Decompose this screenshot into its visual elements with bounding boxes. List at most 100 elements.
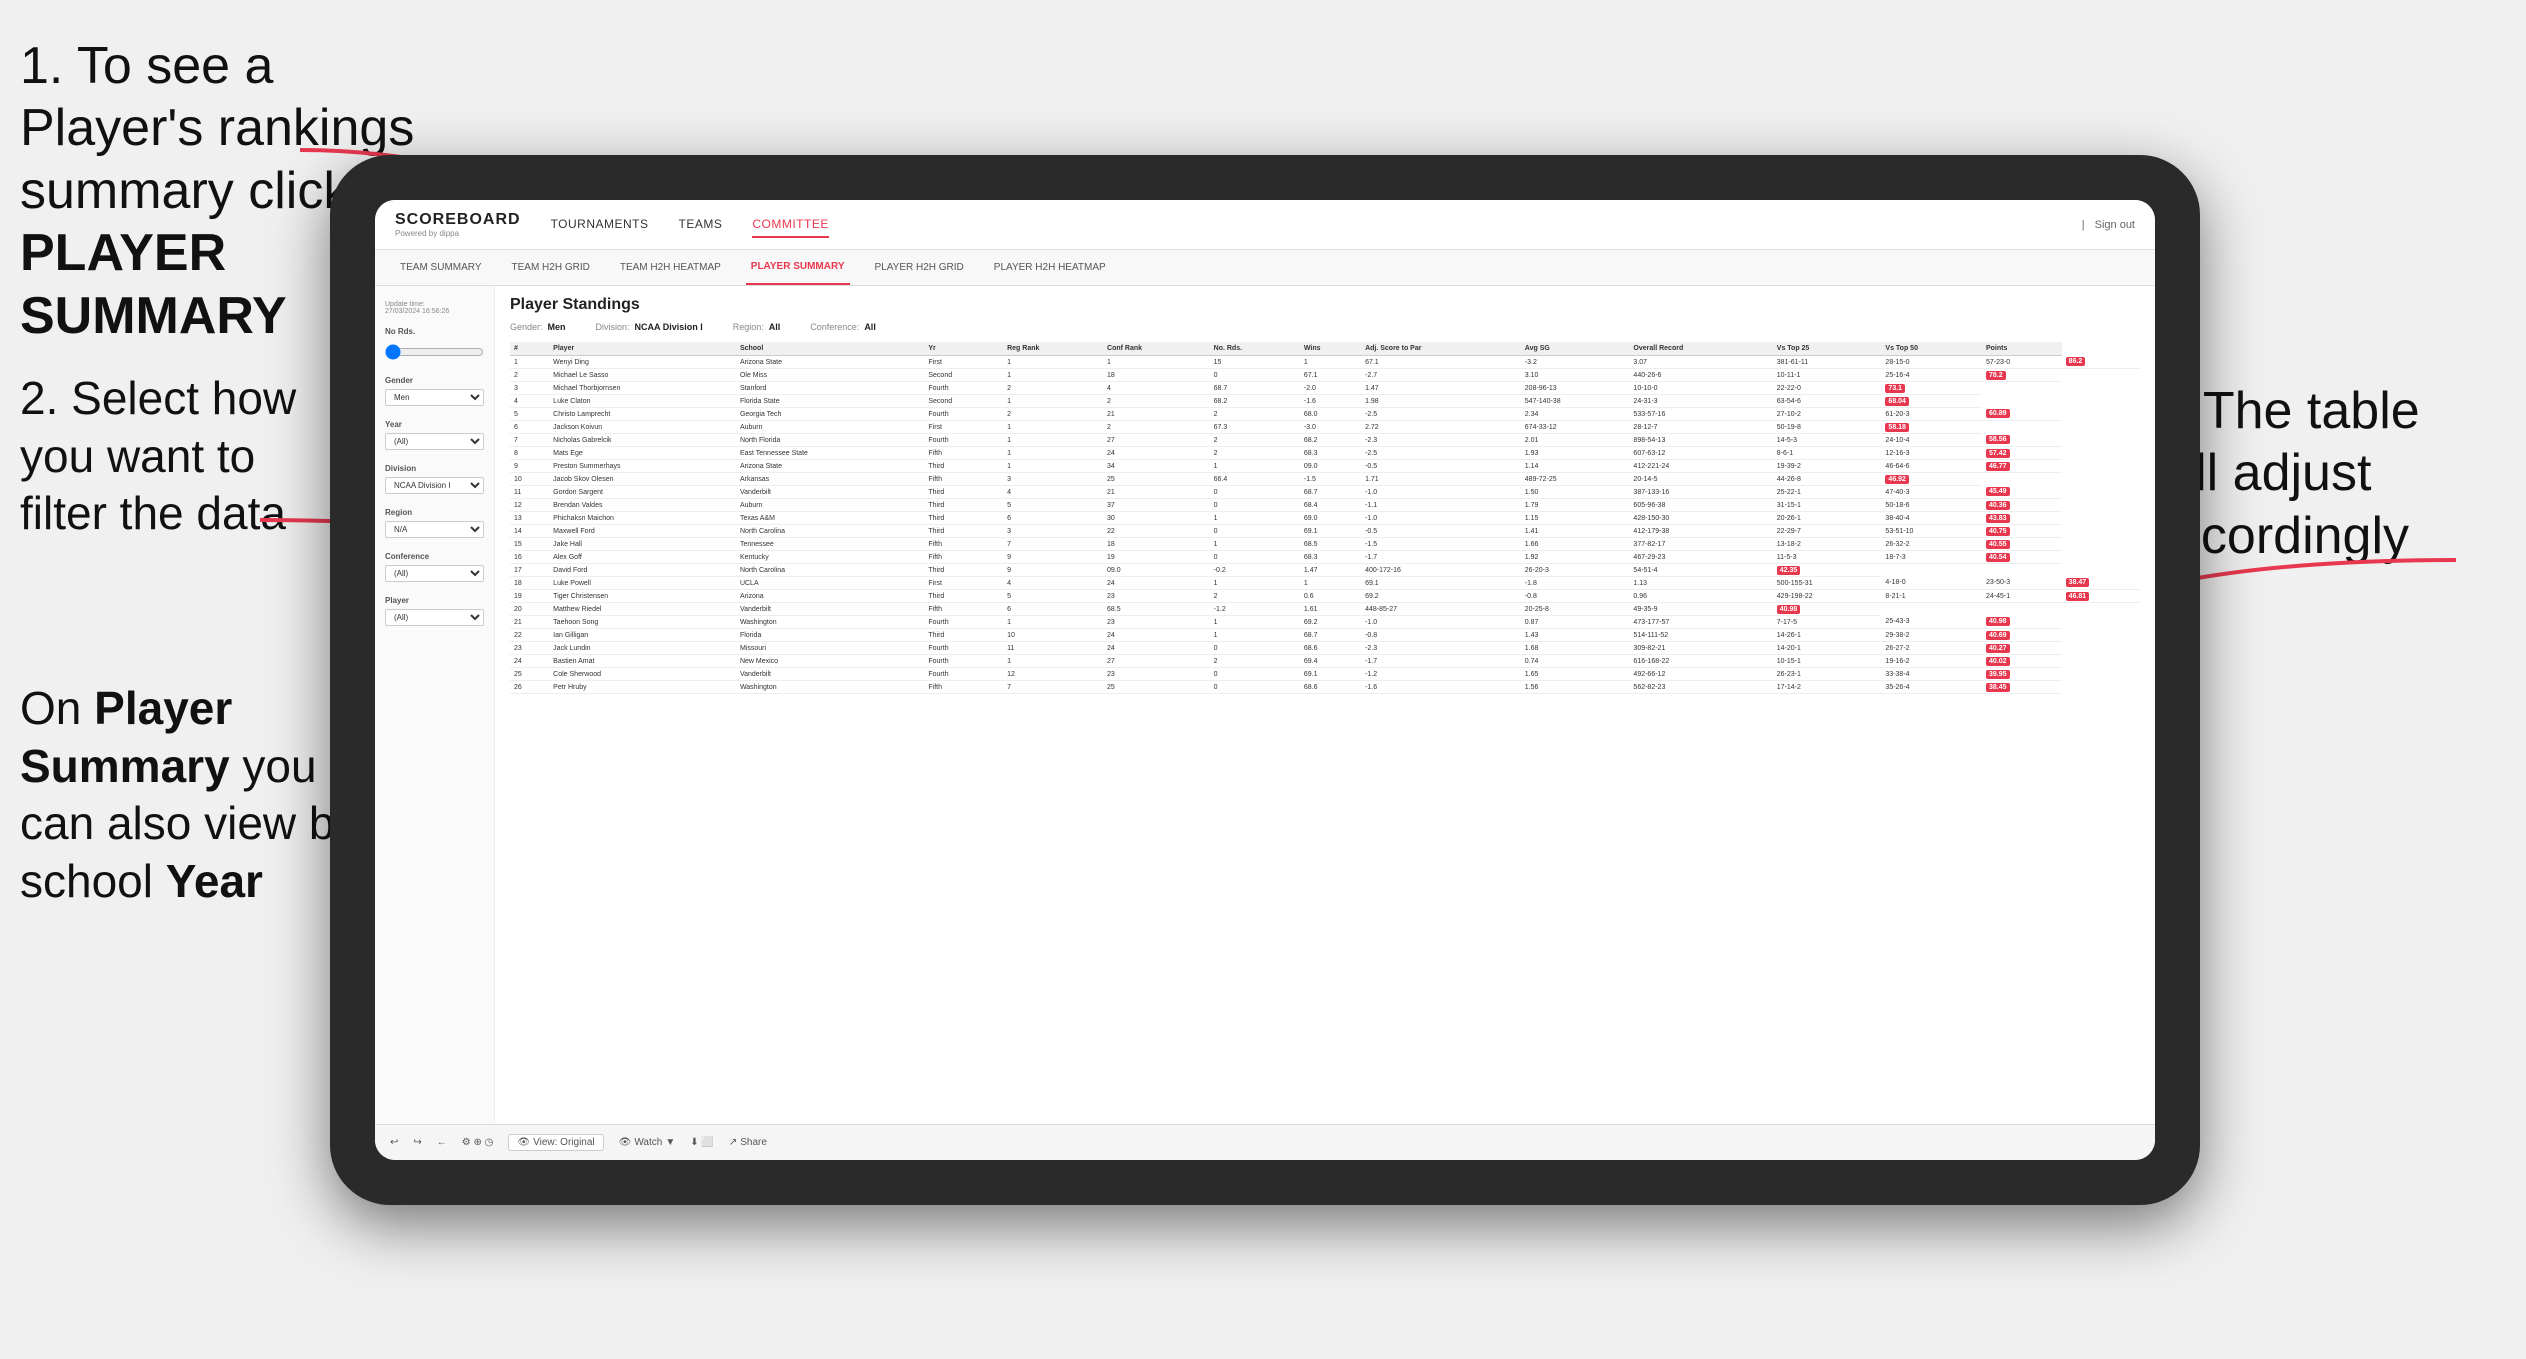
- table-cell: 1.56: [1521, 681, 1630, 694]
- sub-nav-player-h2h-heatmap[interactable]: PLAYER H2H HEATMAP: [989, 250, 1111, 285]
- table-cell: -0.5: [1361, 525, 1521, 538]
- sub-nav-player-h2h-grid[interactable]: PLAYER H2H GRID: [870, 250, 969, 285]
- table-cell: 13: [510, 512, 549, 525]
- table-cell: 61-20-3: [1881, 408, 1982, 421]
- watch-btn[interactable]: 👁 Watch ▼: [619, 1137, 676, 1148]
- table-cell: 9: [510, 460, 549, 473]
- table-row[interactable]: 6Jackson KoivunAuburnFirst1267.3-3.02.72…: [510, 421, 2140, 434]
- col-vs-top50: Vs Top 50: [1881, 342, 1982, 356]
- table-row[interactable]: 9Preston SummerhaysArizona StateThird134…: [510, 460, 2140, 473]
- table-row[interactable]: 12Brendan ValdesAuburnThird537068.4-1.11…: [510, 499, 2140, 512]
- table-cell: 412-179-38: [1629, 525, 1772, 538]
- table-cell: 46.81: [2062, 590, 2140, 603]
- redo-btn[interactable]: ↪: [413, 1137, 421, 1148]
- download-btn[interactable]: ⬇ ⬜: [690, 1137, 714, 1148]
- gender-select[interactable]: Men: [385, 389, 484, 406]
- table-cell: Brendan Valdes: [549, 499, 736, 512]
- table-cell: 26: [510, 681, 549, 694]
- table-row[interactable]: 23Jack LundinMissouriFourth1124068.6-2.3…: [510, 642, 2140, 655]
- table-row[interactable]: 4Luke ClatonFlorida StateSecond1268.2-1.…: [510, 395, 2140, 408]
- table-cell: Luke Powell: [549, 577, 736, 590]
- table-cell: 67.1: [1300, 369, 1361, 382]
- table-row[interactable]: 10Jacob Skov OlesenArkansasFifth32566.4-…: [510, 473, 2140, 486]
- table-row[interactable]: 18Luke PowellUCLAFirst4241169.1-1.81.135…: [510, 577, 2140, 590]
- table-cell: Ian Gilligan: [549, 629, 736, 642]
- table-row[interactable]: 17David FordNorth CarolinaThird909.0-0.2…: [510, 564, 2140, 577]
- table-row[interactable]: 11Gordon SargentVanderbiltThird421068.7-…: [510, 486, 2140, 499]
- player-standings-table: # Player School Yr Reg Rank Conf Rank No…: [510, 342, 2140, 694]
- region-select[interactable]: N/A: [385, 521, 484, 538]
- table-row[interactable]: 16Alex GoffKentuckyFifth919068.3-1.71.92…: [510, 551, 2140, 564]
- table-row[interactable]: 8Mats EgeEast Tennessee StateFifth124268…: [510, 447, 2140, 460]
- table-cell: 4-18-0: [1881, 577, 1982, 590]
- table-row[interactable]: 2Michael Le SassoOle MissSecond118067.1-…: [510, 369, 2140, 382]
- table-cell: UCLA: [736, 577, 924, 590]
- col-no-rds: No. Rds.: [1210, 342, 1300, 356]
- sub-nav-team-h2h-heatmap[interactable]: TEAM H2H HEATMAP: [615, 250, 726, 285]
- nav-tournaments[interactable]: TOURNAMENTS: [551, 212, 649, 238]
- undo-btn[interactable]: ↩: [390, 1137, 398, 1148]
- sub-nav-player-summary[interactable]: PLAYER SUMMARY: [746, 250, 850, 285]
- table-cell: 20-25-8: [1521, 603, 1630, 616]
- table-row[interactable]: 20Matthew RiedelVanderbiltFifth668.5-1.2…: [510, 603, 2140, 616]
- table-cell: -2.3: [1361, 642, 1521, 655]
- table-row[interactable]: 3Michael ThorbjornsenStanfordFourth2468.…: [510, 382, 2140, 395]
- sidebar-conference: Conference (All): [385, 552, 484, 582]
- table-row[interactable]: 14Maxwell FordNorth CarolinaThird322069.…: [510, 525, 2140, 538]
- table-row[interactable]: 22Ian GilliganFloridaThird1024168.7-0.81…: [510, 629, 2140, 642]
- table-cell: Fifth: [924, 681, 1003, 694]
- table-cell: 23-50-3: [1982, 577, 2062, 590]
- table-row[interactable]: 5Christo LamprechtGeorgia TechFourth2212…: [510, 408, 2140, 421]
- table-cell: Taehoon Song: [549, 616, 736, 629]
- no-rds-slider[interactable]: [385, 344, 484, 360]
- table-cell: Luke Claton: [549, 395, 736, 408]
- table-row[interactable]: 7Nicholas GabrelcikNorth FloridaFourth12…: [510, 434, 2140, 447]
- table-cell: Second: [924, 395, 1003, 408]
- toolbar-icons[interactable]: ⚙ ⊕ ◷: [462, 1137, 494, 1148]
- table-row[interactable]: 13Phichaksn MaichonTexas A&MThird630169.…: [510, 512, 2140, 525]
- sign-out-link[interactable]: Sign out: [2095, 219, 2135, 231]
- table-cell: 1.41: [1521, 525, 1630, 538]
- table-cell: 1: [1003, 356, 1103, 369]
- table-row[interactable]: 19Tiger ChristensenArizonaThird52320.669…: [510, 590, 2140, 603]
- table-cell: 69.1: [1300, 668, 1361, 681]
- table-row[interactable]: 15Jake HallTennesseeFifth718168.5-1.51.6…: [510, 538, 2140, 551]
- back-btn[interactable]: ←: [437, 1137, 447, 1148]
- table-cell: 34: [1103, 460, 1210, 473]
- table-row[interactable]: 24Bastien AmatNew MexicoFourth127269.4-1…: [510, 655, 2140, 668]
- table-cell: 27-10-2: [1773, 408, 1882, 421]
- table-cell: 21: [510, 616, 549, 629]
- col-player: Player: [549, 342, 736, 356]
- share-btn[interactable]: ↗ Share: [729, 1137, 767, 1148]
- table-cell: 23: [1103, 590, 1210, 603]
- pipe-separator: |: [2082, 219, 2085, 231]
- nav-teams[interactable]: TEAMS: [679, 212, 723, 238]
- division-select[interactable]: NCAA Division I: [385, 477, 484, 494]
- nav-committee[interactable]: COMMITTEE: [752, 212, 829, 238]
- table-cell: Wenyi Ding: [549, 356, 736, 369]
- table-cell: Preston Summerhays: [549, 460, 736, 473]
- table-cell: Fifth: [924, 538, 1003, 551]
- table-cell: 440-26-6: [1629, 369, 1772, 382]
- table-cell: 2: [1210, 590, 1300, 603]
- year-select[interactable]: (All): [385, 433, 484, 450]
- table-row[interactable]: 1Wenyi DingArizona StateFirst1115167.1-3…: [510, 356, 2140, 369]
- conference-select[interactable]: (All): [385, 565, 484, 582]
- table-cell: 68.5: [1103, 603, 1210, 616]
- table-cell: 10: [1003, 629, 1103, 642]
- col-vs-top25: Vs Top 25: [1773, 342, 1882, 356]
- table-cell: Fifth: [924, 551, 1003, 564]
- table-cell: First: [924, 356, 1003, 369]
- table-row[interactable]: 26Petr HrubyWashingtonFifth725068.6-1.61…: [510, 681, 2140, 694]
- sidebar-region: Region N/A: [385, 508, 484, 538]
- table-row[interactable]: 25Cole SherwoodVanderbiltFourth1223069.1…: [510, 668, 2140, 681]
- table-row[interactable]: 21Taehoon SongWashingtonFourth123169.2-1…: [510, 616, 2140, 629]
- sub-nav-team-summary[interactable]: TEAM SUMMARY: [395, 250, 487, 285]
- sub-nav-team-h2h-grid[interactable]: TEAM H2H GRID: [507, 250, 595, 285]
- table-cell: -3.0: [1300, 421, 1361, 434]
- player-select[interactable]: (All): [385, 609, 484, 626]
- table-cell: 68.5: [1300, 538, 1361, 551]
- view-btn[interactable]: 👁 View: Original: [508, 1134, 603, 1151]
- table-cell: Cole Sherwood: [549, 668, 736, 681]
- table-cell: 14-5-3: [1773, 434, 1882, 447]
